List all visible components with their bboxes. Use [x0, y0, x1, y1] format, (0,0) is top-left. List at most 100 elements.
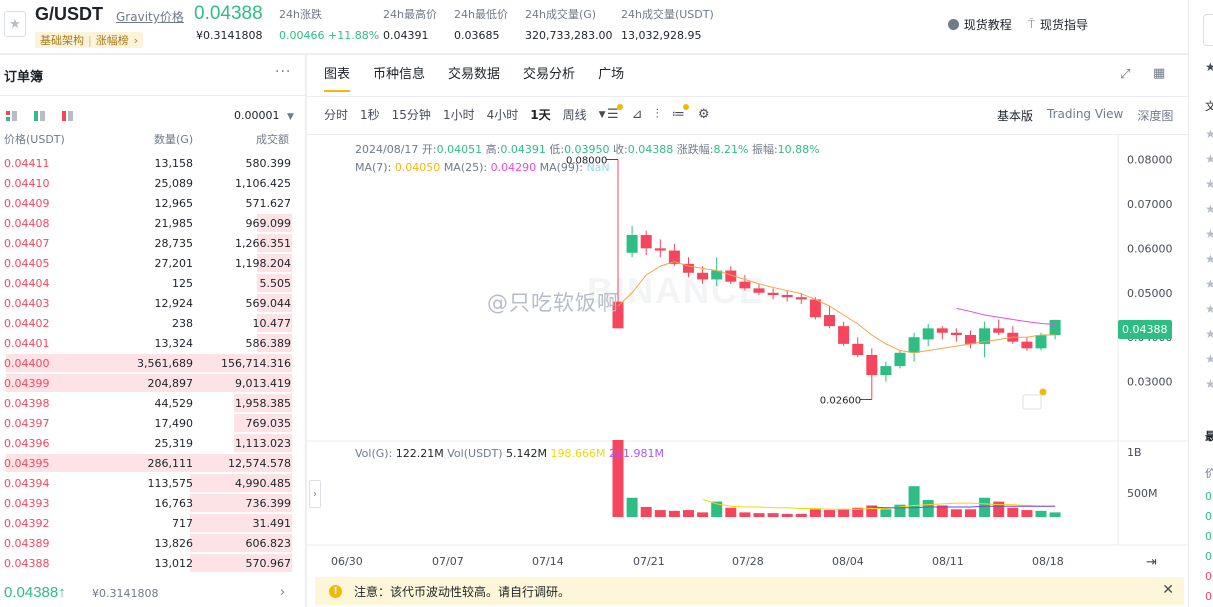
interval-time[interactable]: 分时 [324, 106, 348, 123]
tag-infrastructure[interactable]: 基础架构 [40, 32, 84, 48]
precision-select[interactable]: 0.00001 ▼ [234, 109, 294, 122]
settings-gear-icon[interactable]: ⚙ [698, 107, 710, 122]
ask-row[interactable]: 0.04401 13,324 586.389 [0, 333, 306, 353]
tab-square[interactable]: 广场 [598, 63, 624, 92]
ask-row[interactable]: 0.04393 16,763 736.399 [0, 493, 306, 513]
view-both-icon[interactable] [6, 111, 17, 121]
ask-row[interactable]: 0.04389 13,826 606.823 [0, 533, 306, 553]
ask-row[interactable]: 0.04407 28,735 1,266.351 [0, 233, 306, 253]
column-total: 成交额 [256, 133, 289, 146]
ask-row[interactable]: 0.04403 12,924 569.044 [0, 293, 306, 313]
chart-panel: 图表 币种信息 交易数据 交易分析 广场 ⤢ ▦ 分时 1秒 15分钟 1小时 … [307, 55, 1188, 607]
ask-quantity: 25,089 [154, 177, 194, 190]
right-panel-value: 0. [1205, 570, 1213, 583]
star-icon[interactable]: ★ [1205, 252, 1213, 266]
favorite-star-icon[interactable]: ★ [4, 11, 26, 37]
ask-row[interactable]: 0.04399 204,897 9,013.419 [0, 373, 306, 393]
ask-row[interactable]: 0.04394 113,575 4,990.485 [0, 473, 306, 493]
volume-bar [1035, 510, 1047, 517]
ask-row[interactable]: 0.04388 13,012 570.967 [0, 553, 306, 573]
ask-row[interactable]: 0.04400 3,561,689 156,714.316 [0, 353, 306, 373]
star-icon[interactable]: ★ [1205, 302, 1213, 316]
ask-row[interactable]: 0.04411 13,158 580.399 [0, 153, 306, 173]
interval-1s[interactable]: 1秒 [360, 106, 380, 123]
ask-quantity: 25,319 [154, 437, 194, 450]
pair-tags[interactable]: 基础架构 | 涨幅榜 › [35, 32, 144, 48]
star-icon[interactable]: ★ [1205, 177, 1213, 191]
chevron-right-icon[interactable]: › [280, 585, 285, 600]
ask-row[interactable]: 0.04404 125 5.505 [0, 273, 306, 293]
ask-row[interactable]: 0.04397 17,490 769.035 [0, 413, 306, 433]
tag-gainers[interactable]: 涨幅榜 [96, 32, 129, 48]
more-options-icon[interactable]: ··· [275, 64, 291, 80]
tab-trading-data[interactable]: 交易数据 [448, 63, 500, 92]
layout-grid-icon[interactable]: ▦ [1153, 66, 1165, 81]
pair-info-link[interactable]: Gravity价格 [116, 8, 184, 25]
caret-down-icon: ▼ [287, 112, 294, 122]
indicator-icon[interactable]: ☰ [607, 104, 623, 122]
interval-15m[interactable]: 15分钟 [392, 106, 431, 123]
ask-total: 969.099 [245, 217, 292, 230]
ask-quantity: 204,897 [147, 377, 194, 390]
stat-24h-high: 24h最高价 0.04391 [383, 6, 437, 42]
view-tradingview[interactable]: Trading View [1047, 107, 1123, 124]
ask-row[interactable]: 0.04395 286,111 12,574.578 [0, 453, 306, 473]
info-close-label: 收: [613, 143, 628, 156]
ask-row[interactable]: 0.04396 25,319 1,113.023 [0, 433, 306, 453]
star-icon[interactable]: ★ [1205, 327, 1213, 341]
star-icon[interactable]: ★ [1205, 152, 1213, 166]
ask-list: 0.04411 13,158 580.399 0.04410 25,089 1,106.4… [0, 153, 306, 573]
info-close: 0.04388 [627, 143, 674, 156]
star-icon[interactable]: ★ [1205, 60, 1213, 74]
star-icon[interactable]: ★ [1205, 352, 1213, 366]
view-bids-icon[interactable] [34, 111, 45, 121]
ask-row[interactable]: 0.04405 27,201 1,198.204 [0, 253, 306, 273]
interval-1w[interactable]: 周线 [563, 106, 587, 123]
candle-body [950, 332, 962, 335]
right-panel-search-box[interactable] [1203, 14, 1213, 46]
ask-row[interactable]: 0.04408 21,985 969.099 [0, 213, 306, 233]
interval-1h[interactable]: 1小时 [443, 106, 475, 123]
fullscreen-icon[interactable]: ⤢ [1120, 67, 1130, 82]
interval-more-caret-icon[interactable]: ▼ [599, 110, 606, 120]
spot-tutorial-label: 现货教程 [963, 18, 1012, 32]
ask-row[interactable]: 0.04402 238 10.477 [0, 313, 306, 333]
info-low: 0.03950 [564, 143, 610, 156]
expand-left-icon[interactable]: › [309, 480, 321, 508]
ask-quantity: 13,012 [154, 557, 194, 570]
view-asks-icon[interactable] [62, 111, 73, 121]
candles-icon[interactable]: ⫶ [656, 107, 659, 122]
ask-row[interactable]: 0.04409 12,965 571.627 [0, 193, 306, 213]
spot-tutorial-button[interactable]: 现货教程 [947, 16, 1012, 33]
chart-type-icon[interactable]: ⊿ [632, 107, 643, 122]
ask-total: 9,013.419 [235, 377, 291, 390]
tab-trading-analysis[interactable]: 交易分析 [523, 63, 575, 92]
view-basic[interactable]: 基本版 [997, 107, 1033, 124]
tab-chart[interactable]: 图表 [324, 63, 351, 92]
interval-bar: 分时 1秒 15分钟 1小时 4小时 1天 周线 ▼ [324, 106, 606, 123]
drawing-icon[interactable]: ≔ [672, 104, 689, 122]
ask-row[interactable]: 0.04398 44,529 1,958.385 [0, 393, 306, 413]
star-icon[interactable]: ★ [1205, 277, 1213, 291]
star-icon[interactable]: ★ [1205, 127, 1213, 141]
volume-bar [640, 506, 652, 517]
interval-1d[interactable]: 1天 [530, 106, 550, 123]
x-tick-label: 08/04 [832, 555, 864, 568]
candle-body [654, 248, 666, 251]
candle-body [795, 297, 807, 300]
view-depth[interactable]: 深度图 [1137, 107, 1173, 124]
ask-row[interactable]: 0.04410 25,089 1,106.425 [0, 173, 306, 193]
star-icon[interactable]: ★ [1205, 377, 1213, 391]
spot-guide-button[interactable]: ⍑ 现货指导 [1028, 16, 1088, 33]
ask-price: 0.04389 [4, 537, 50, 550]
ask-row[interactable]: 0.04392 717 31.491 [0, 513, 306, 533]
pair-name[interactable]: G/USDT [35, 4, 103, 25]
interval-4h[interactable]: 4小时 [487, 106, 519, 123]
star-icon[interactable]: ★ [1205, 202, 1213, 216]
ma7-label: MA(7): [355, 161, 392, 174]
ask-price: 0.04403 [4, 297, 50, 310]
candlestick-chart[interactable]: 0.080000.070000.060000.050000.040000.030… [307, 135, 1188, 577]
tab-coin-info[interactable]: 币种信息 [373, 63, 425, 92]
close-icon[interactable]: ✕ [1162, 582, 1174, 598]
star-icon[interactable]: ★ [1205, 227, 1213, 241]
